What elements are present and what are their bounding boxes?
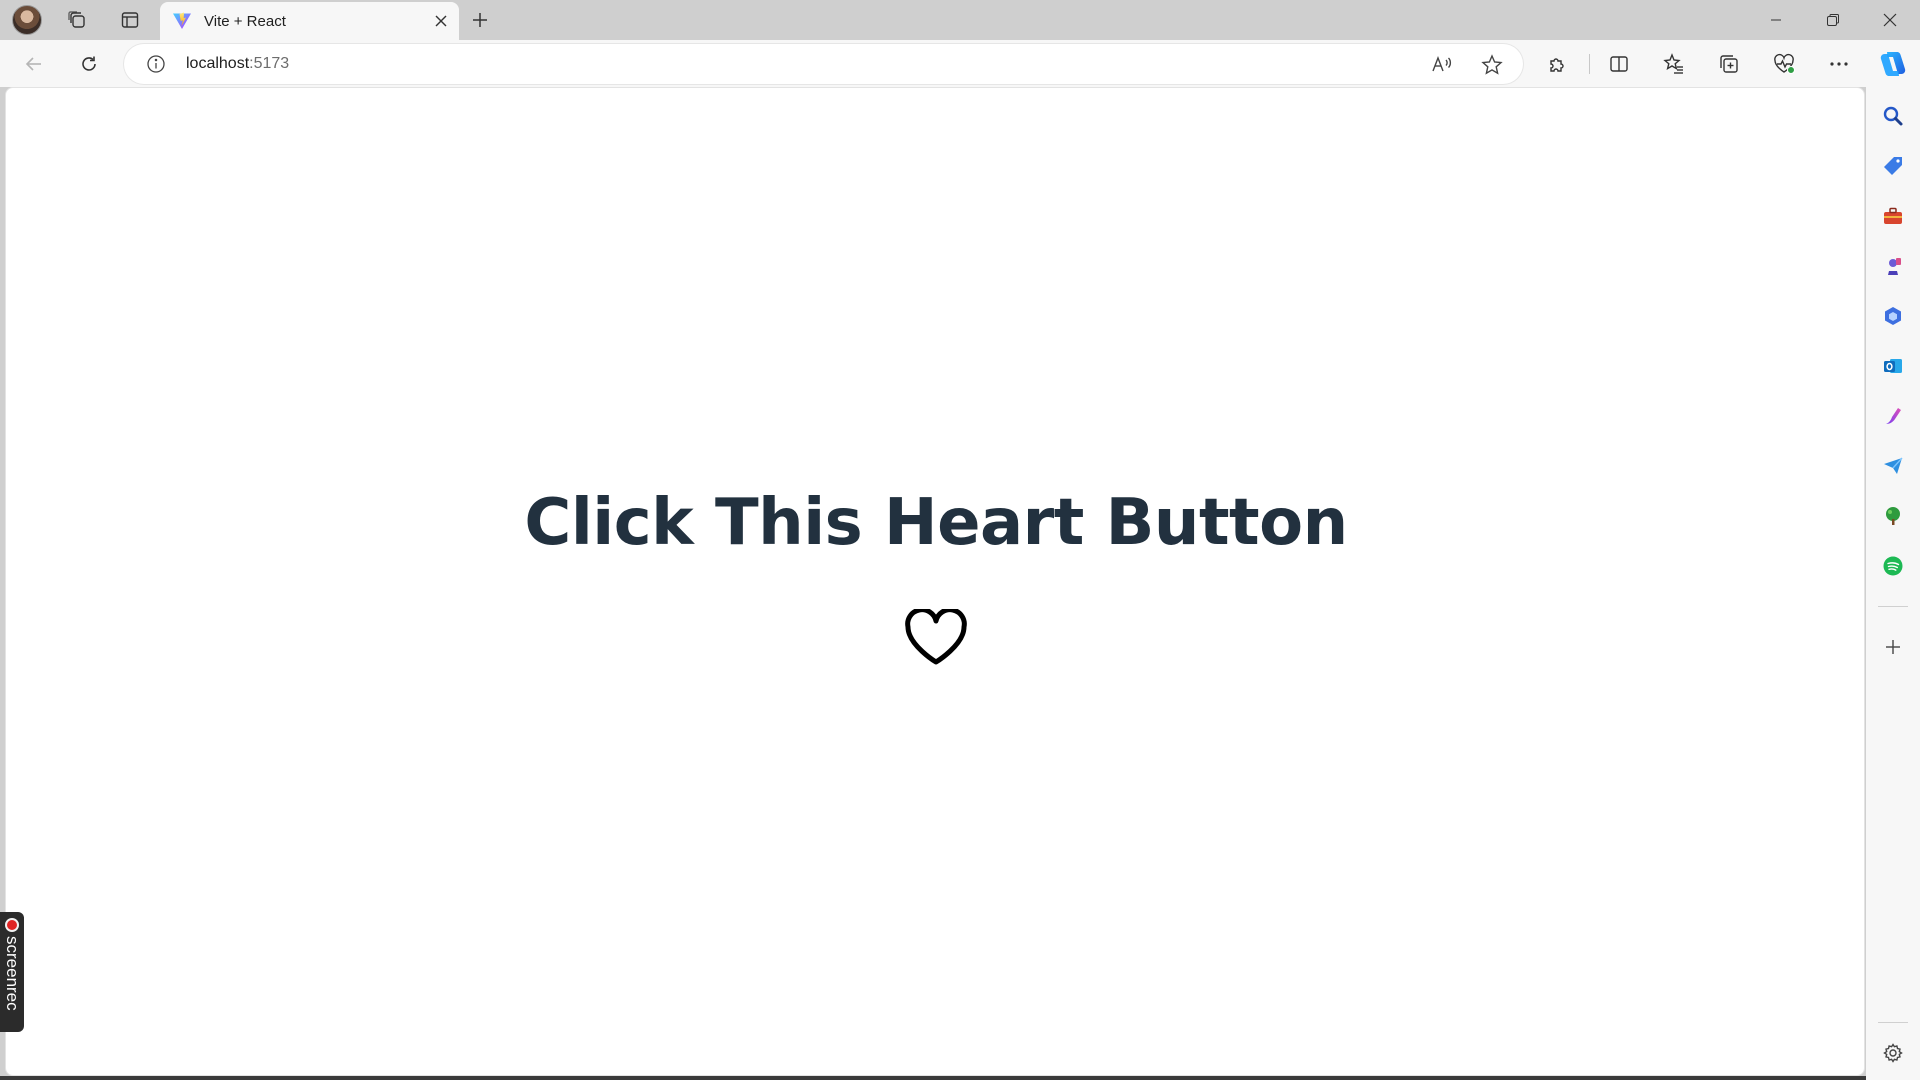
designer-icon[interactable] <box>1878 401 1908 431</box>
restore-button[interactable] <box>1805 0 1861 40</box>
address-bar[interactable]: localhost:5173 <box>124 44 1523 84</box>
url-port: :5173 <box>249 55 290 72</box>
vite-logo-icon <box>173 12 191 29</box>
collections-icon[interactable] <box>1713 48 1745 80</box>
spotify-icon[interactable] <box>1878 551 1908 581</box>
close-window-button[interactable] <box>1862 0 1918 40</box>
browser-tab[interactable]: Vite + React <box>160 2 459 40</box>
toolbar-divider <box>1589 54 1590 74</box>
shopping-tag-icon[interactable] <box>1878 151 1908 181</box>
more-icon[interactable] <box>1823 48 1855 80</box>
heart-pulse-icon[interactable] <box>1768 48 1800 80</box>
back-arrow-icon[interactable] <box>18 48 50 80</box>
page-heading: Click This Heart Button <box>524 486 1348 560</box>
outlook-icon[interactable] <box>1878 351 1908 381</box>
info-icon[interactable] <box>146 54 166 74</box>
workspaces-icon[interactable] <box>62 6 92 34</box>
puzzle-icon[interactable] <box>1542 48 1574 80</box>
tab-title: Vite + React <box>204 13 286 30</box>
new-tab-button[interactable] <box>466 6 494 34</box>
record-icon <box>5 918 19 932</box>
url-text[interactable]: localhost:5173 <box>186 55 289 73</box>
title-bar: Vite + React <box>0 0 1920 40</box>
profile-avatar[interactable] <box>12 5 42 35</box>
read-aloud-icon[interactable] <box>1427 50 1457 80</box>
heart-outline-icon <box>905 609 967 665</box>
games-icon[interactable] <box>1878 251 1908 281</box>
add-sidebar-app-button[interactable] <box>1878 632 1908 662</box>
minimize-button[interactable] <box>1748 0 1804 40</box>
tools-briefcase-icon[interactable] <box>1878 201 1908 231</box>
bottom-border <box>0 1076 1866 1080</box>
microsoft365-icon[interactable] <box>1878 301 1908 331</box>
heart-button[interactable] <box>901 607 971 669</box>
plus-icon <box>473 13 487 27</box>
tree-icon[interactable] <box>1878 501 1908 531</box>
plus-icon <box>1886 640 1900 654</box>
copilot-icon[interactable] <box>1876 47 1910 81</box>
screenrec-label: screenrec <box>3 936 22 1011</box>
close-icon[interactable] <box>431 11 451 31</box>
split-screen-icon[interactable] <box>1603 48 1635 80</box>
send-icon[interactable] <box>1878 451 1908 481</box>
screenrec-badge[interactable]: screenrec <box>0 912 24 1032</box>
edge-sidebar <box>1866 87 1920 1080</box>
refresh-icon[interactable] <box>73 48 105 80</box>
sidebar-divider <box>1878 1022 1908 1023</box>
page-viewport: Click This Heart Button <box>5 87 1865 1076</box>
gear-icon[interactable] <box>1878 1038 1908 1068</box>
search-icon[interactable] <box>1878 101 1908 131</box>
sidebar-divider <box>1878 606 1908 607</box>
url-host: localhost <box>186 55 250 72</box>
favorites-list-icon[interactable] <box>1658 48 1690 80</box>
tab-actions-icon[interactable] <box>115 6 145 34</box>
star-icon[interactable] <box>1477 50 1507 80</box>
browser-toolbar: localhost:5173 <box>0 40 1920 87</box>
